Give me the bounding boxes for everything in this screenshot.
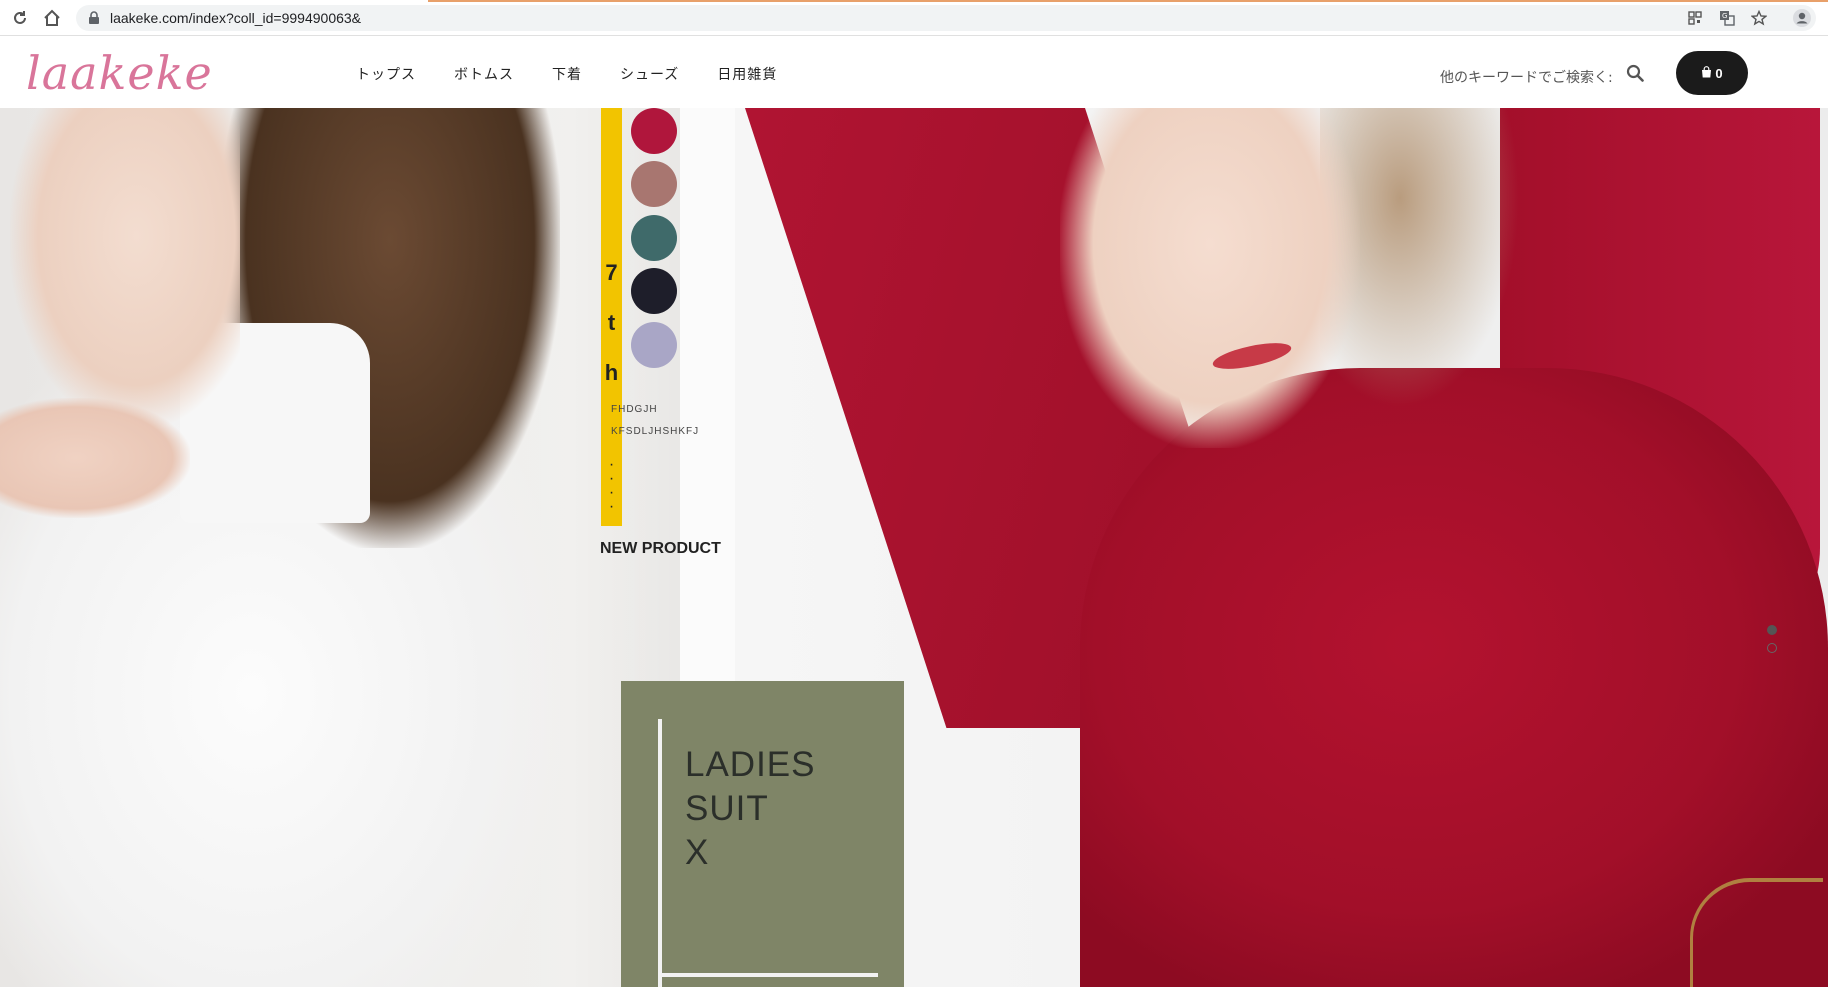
vertical-char: 7 <box>605 260 618 285</box>
loading-progress <box>428 0 1828 2</box>
url-text: laakeke.com/index?coll_id=999490063& <box>110 10 362 26</box>
model-left-hand <box>0 398 190 518</box>
card-line: X <box>685 833 710 872</box>
color-swatch <box>631 215 677 261</box>
nav-item-underwear[interactable]: 下着 <box>552 64 582 84</box>
model-right-face <box>1060 108 1360 448</box>
lock-icon <box>88 11 100 30</box>
ladies-suit-card: LADIES SUIT X <box>621 681 904 987</box>
nav-item-tops[interactable]: トップス <box>356 64 416 84</box>
hero-banner[interactable]: 7 t h · · · · FHDGJH KFSDLJHSHKFJ NEW PRODU… <box>0 108 1828 987</box>
star-icon[interactable] <box>1750 9 1768 27</box>
address-bar[interactable]: laakeke.com/index?coll_id=999490063& G <box>76 5 1816 31</box>
cart-count: 0 <box>1715 65 1723 81</box>
search-input[interactable]: 他のキーワードでご検索く: <box>1440 67 1613 87</box>
card-line: LADIES <box>685 745 816 784</box>
chair <box>1690 878 1823 987</box>
small-caption: KFSDLJHSHKFJ <box>611 426 700 437</box>
card-horizontal-line <box>658 973 878 977</box>
slide-dot-2[interactable] <box>1767 643 1777 653</box>
small-caption: FHDGJH <box>611 404 658 415</box>
card-vertical-line <box>658 719 662 987</box>
home-icon[interactable] <box>42 8 62 28</box>
qr-icon[interactable] <box>1686 9 1704 27</box>
color-swatch <box>631 108 677 154</box>
new-product-label: NEW PRODUCT <box>600 540 721 557</box>
dotted-line: · · · · <box>608 456 615 515</box>
cart-button[interactable]: 0 <box>1676 51 1748 95</box>
model-left-face <box>10 108 240 428</box>
color-swatch <box>631 268 677 314</box>
vertical-text: 7 t h <box>601 248 622 398</box>
nav-item-goods[interactable]: 日用雑貨 <box>717 64 777 84</box>
site-logo[interactable]: laakeke <box>26 46 213 100</box>
reload-icon[interactable] <box>10 8 30 28</box>
search-icon[interactable] <box>1626 64 1644 87</box>
browser-toolbar: laakeke.com/index?coll_id=999490063& G <box>0 0 1828 36</box>
profile-icon[interactable] <box>1792 8 1812 28</box>
slide-dot-1[interactable] <box>1767 625 1777 635</box>
vertical-char: t <box>607 310 616 335</box>
site-header: laakeke トップス ボトムス 下着 シューズ 日用雑貨 他のキーワードでご… <box>0 36 1828 108</box>
main-nav: トップス ボトムス 下着 シューズ 日用雑貨 <box>356 64 815 84</box>
bag-icon <box>1701 65 1715 81</box>
card-text: LADIES SUIT X <box>685 743 816 875</box>
translate-icon[interactable]: G <box>1718 9 1736 27</box>
nav-item-bottoms[interactable]: ボトムス <box>454 64 514 84</box>
card-line: SUIT <box>685 789 769 828</box>
vertical-char: h <box>604 360 619 385</box>
svg-text:G: G <box>1722 12 1727 20</box>
color-swatch <box>631 322 677 368</box>
nav-item-shoes[interactable]: シューズ <box>620 64 679 84</box>
color-swatch <box>631 161 677 207</box>
